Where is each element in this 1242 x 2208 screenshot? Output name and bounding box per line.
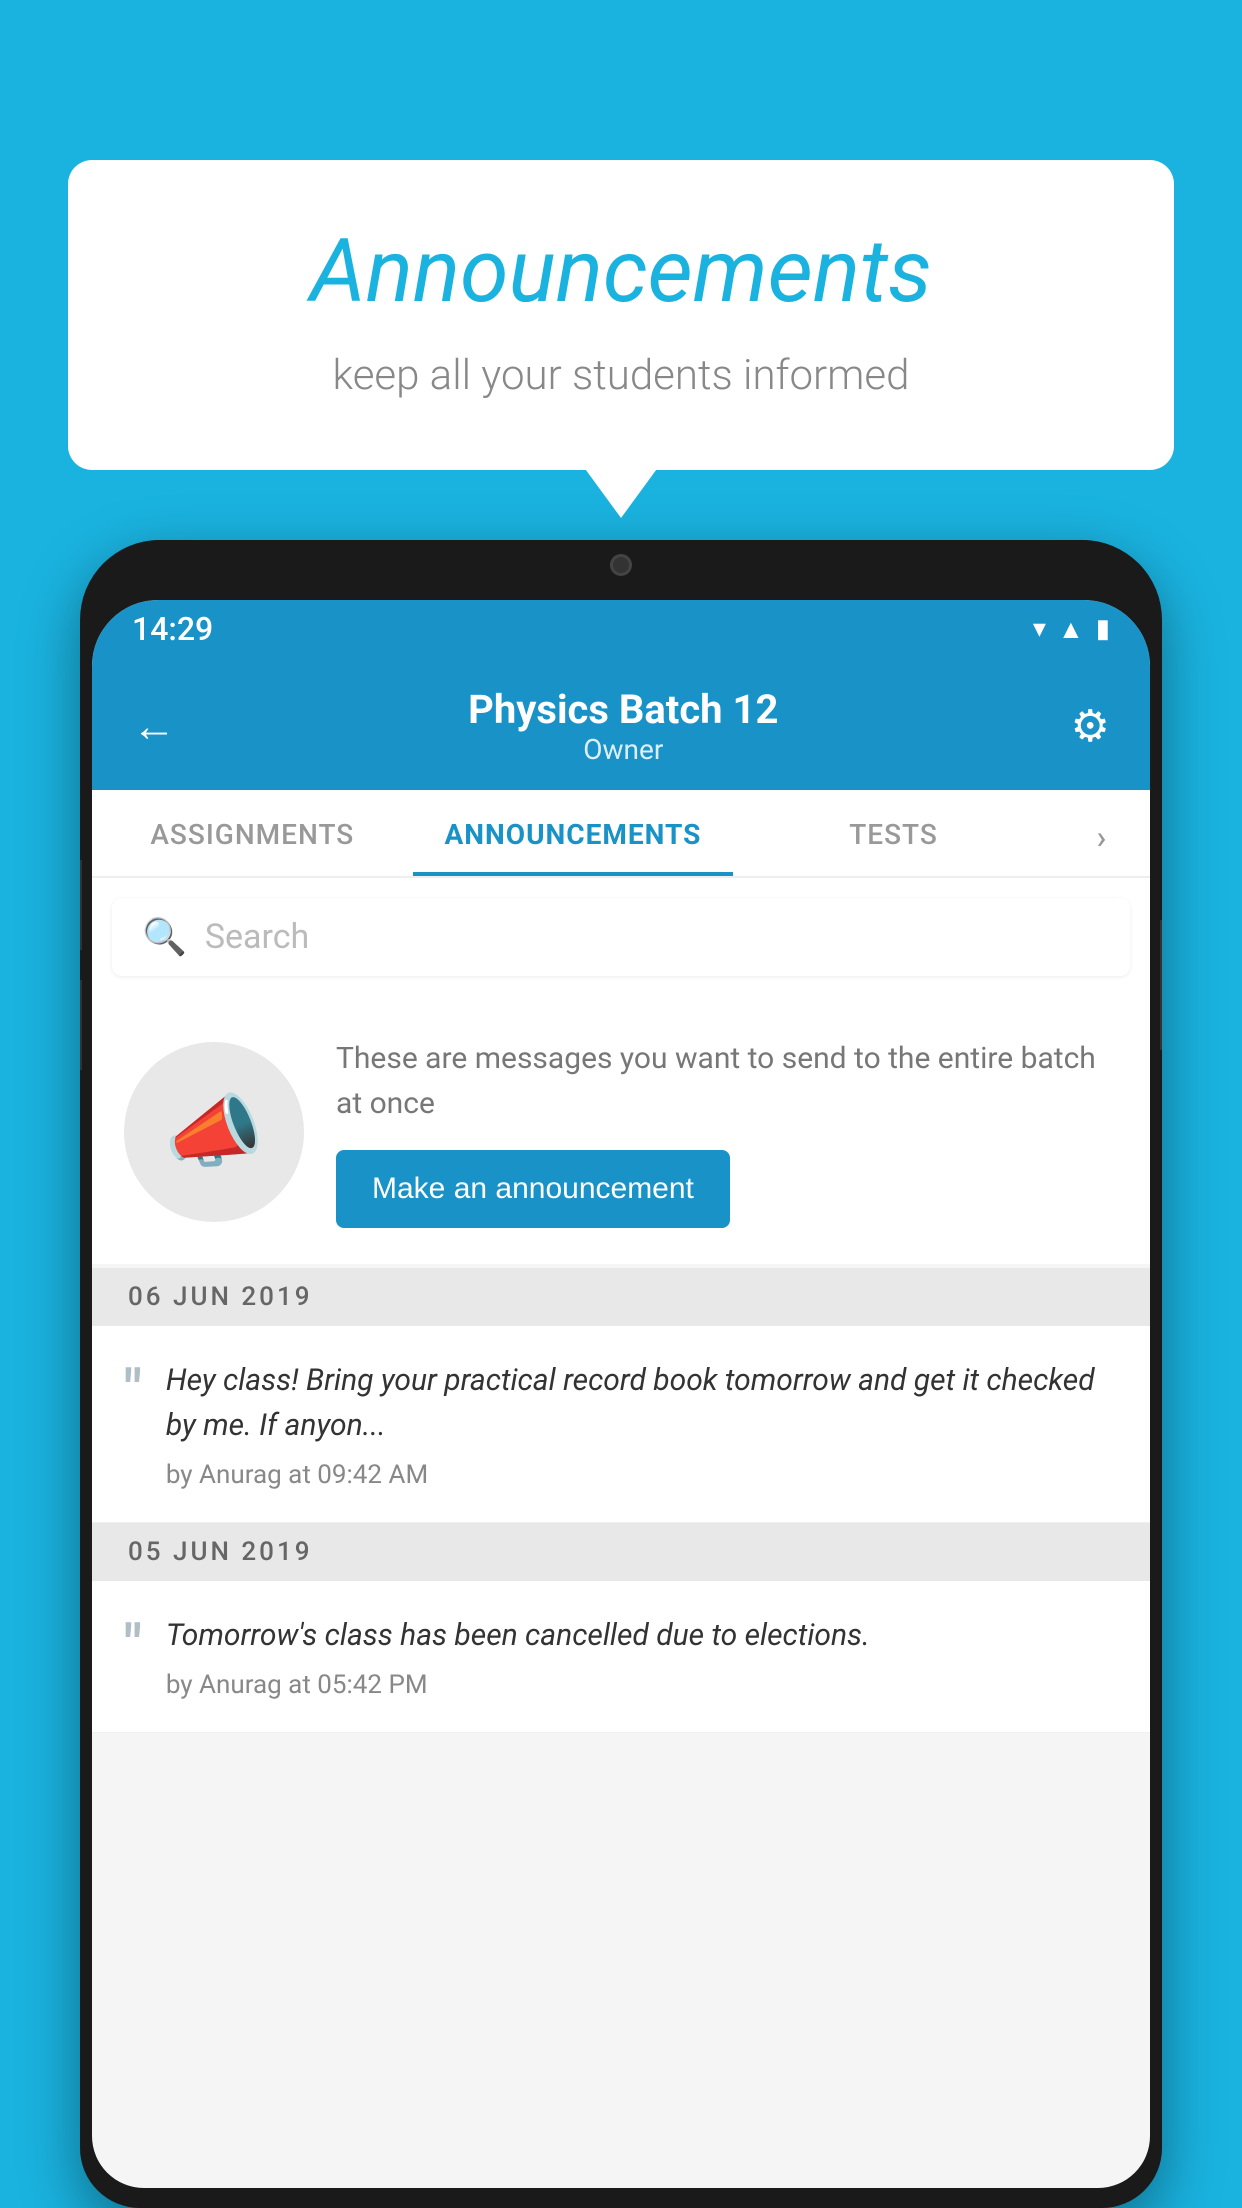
app-header: ← Physics Batch 12 Owner ⚙ <box>92 658 1150 790</box>
announcements-subtitle: keep all your students informed <box>148 351 1094 400</box>
volume-down-button[interactable] <box>80 980 82 1070</box>
tabs-bar: ASSIGNMENTS ANNOUNCEMENTS TESTS › <box>92 790 1150 878</box>
signal-icon: ▲ <box>1058 614 1084 645</box>
phone-frame: 14:29 ▾ ▲ ▮ ← Physics Batch 12 Owner ⚙ <box>80 540 1162 2208</box>
announcement-item-1[interactable]: " Hey class! Bring your practical record… <box>92 1326 1150 1523</box>
tab-announcements[interactable]: ANNOUNCEMENTS <box>413 790 734 876</box>
phone-notch <box>531 540 711 590</box>
volume-up-button[interactable] <box>80 860 82 950</box>
search-placeholder: Search <box>205 917 309 957</box>
status-bar: 14:29 ▾ ▲ ▮ <box>92 600 1150 658</box>
back-button[interactable]: ← <box>132 700 176 752</box>
date-separator-1: 06 JUN 2019 <box>92 1268 1150 1326</box>
header-center: Physics Batch 12 Owner <box>176 686 1071 766</box>
tab-tests[interactable]: TESTS <box>733 790 1054 876</box>
make-announcement-button[interactable]: Make an announcement <box>336 1150 730 1228</box>
power-button[interactable] <box>1160 920 1162 1050</box>
speech-bubble: Announcements keep all your students inf… <box>68 160 1174 470</box>
announcement-content-1: Hey class! Bring your practical record b… <box>166 1358 1118 1490</box>
speech-bubble-container: Announcements keep all your students inf… <box>68 160 1174 470</box>
batch-role: Owner <box>176 733 1071 766</box>
quote-icon-1: " <box>124 1362 142 1418</box>
date-label-2: 05 JUN 2019 <box>128 1537 313 1567</box>
tab-more[interactable]: › <box>1054 790 1150 876</box>
phone-notch-area <box>80 540 1162 600</box>
announcements-title: Announcements <box>148 220 1094 323</box>
promo-icon-circle: 📣 <box>124 1042 304 1222</box>
front-camera <box>610 554 632 576</box>
batch-title: Physics Batch 12 <box>176 686 1071 733</box>
promo-description: These are messages you want to send to t… <box>336 1036 1118 1126</box>
date-label-1: 06 JUN 2019 <box>128 1282 313 1312</box>
settings-icon[interactable]: ⚙ <box>1071 700 1110 752</box>
search-bar[interactable]: 🔍 Search <box>112 898 1130 976</box>
status-icons: ▾ ▲ ▮ <box>1033 614 1110 645</box>
announcement-meta-2: by Anurag at 05:42 PM <box>166 1670 1118 1700</box>
screen-content: 14:29 ▾ ▲ ▮ ← Physics Batch 12 Owner ⚙ <box>92 600 1150 2188</box>
announcement-content-2: Tomorrow's class has been cancelled due … <box>166 1613 1118 1700</box>
search-icon: 🔍 <box>142 916 187 958</box>
megaphone-icon: 📣 <box>164 1085 264 1179</box>
tab-assignments[interactable]: ASSIGNMENTS <box>92 790 413 876</box>
announcement-text-2: Tomorrow's class has been cancelled due … <box>166 1613 1118 1658</box>
promo-card: 📣 These are messages you want to send to… <box>92 1000 1150 1264</box>
date-separator-2: 05 JUN 2019 <box>92 1523 1150 1581</box>
quote-icon-2: " <box>124 1617 142 1673</box>
status-time: 14:29 <box>132 610 213 648</box>
announcement-text-1: Hey class! Bring your practical record b… <box>166 1358 1118 1448</box>
wifi-icon: ▾ <box>1033 614 1046 644</box>
battery-icon: ▮ <box>1096 614 1110 644</box>
announcement-meta-1: by Anurag at 09:42 AM <box>166 1460 1118 1490</box>
announcement-item-2[interactable]: " Tomorrow's class has been cancelled du… <box>92 1581 1150 1733</box>
phone-screen: 14:29 ▾ ▲ ▮ ← Physics Batch 12 Owner ⚙ <box>92 600 1150 2188</box>
promo-content: These are messages you want to send to t… <box>336 1036 1118 1228</box>
